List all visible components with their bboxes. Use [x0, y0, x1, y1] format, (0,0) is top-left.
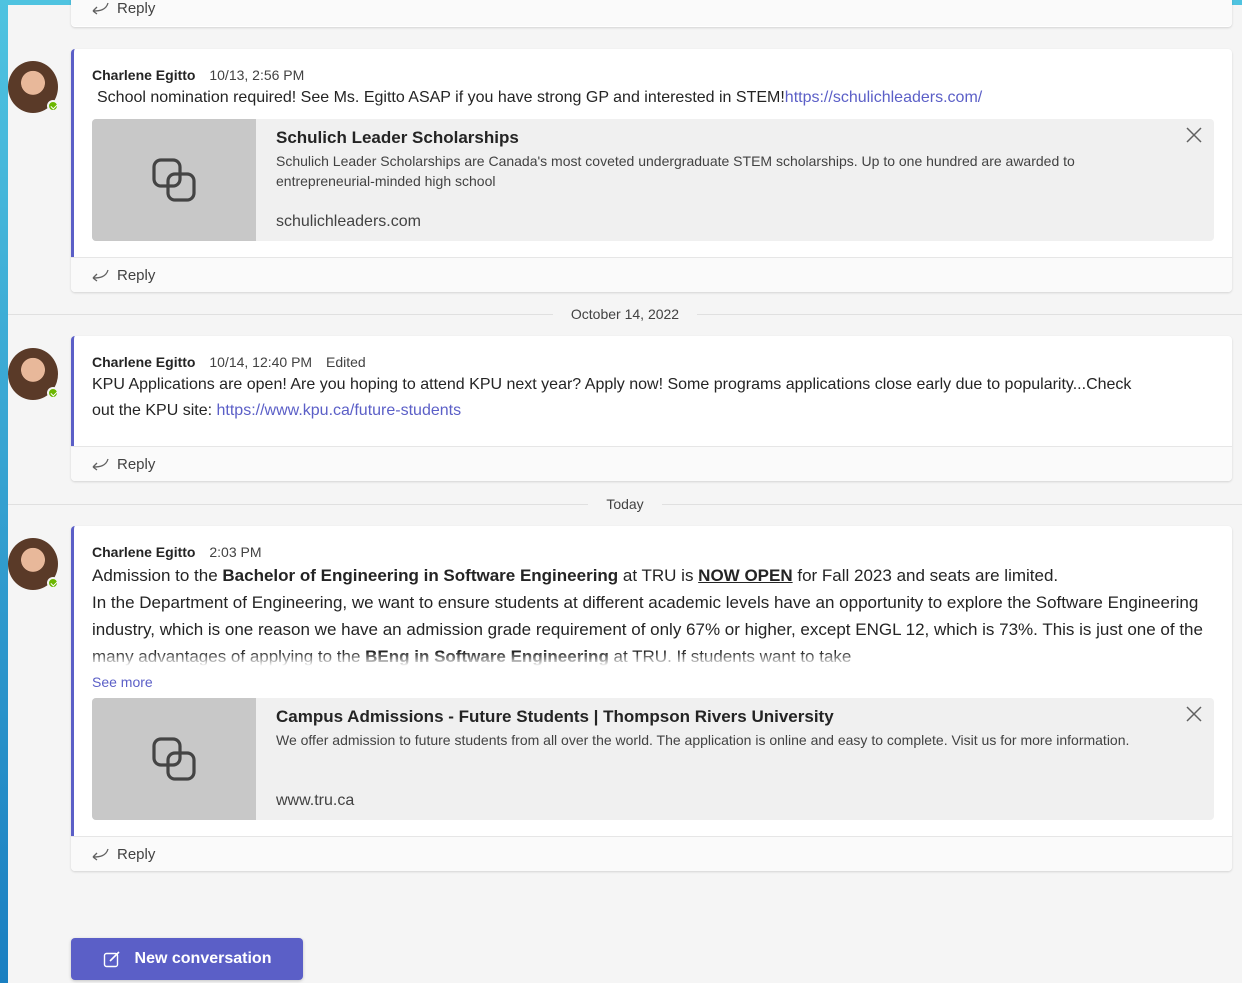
message-link[interactable]: https://www.kpu.ca/future-students — [217, 402, 462, 419]
presence-available-icon — [47, 577, 59, 589]
preview-thumbnail — [92, 698, 256, 820]
post-meta: Charlene Egitto 10/14, 12:40 PM Edited — [92, 352, 1214, 372]
post-body: Charlene Egitto 10/13, 2:56 PM School no… — [71, 49, 1232, 257]
text-run: for Fall 2023 and seats are limited. — [792, 566, 1059, 585]
reply-arrow-icon — [92, 458, 109, 471]
timestamp: 10/13, 2:56 PM — [209, 67, 305, 83]
bold-text: Bachelor of Engineering in Software Engi… — [222, 566, 619, 585]
reply-arrow-icon — [92, 848, 109, 861]
avatar[interactable] — [8, 538, 59, 590]
reply-label: Reply — [117, 266, 156, 284]
post-card: Charlene Egitto 10/13, 2:56 PM School no… — [71, 49, 1232, 292]
reply-label: Reply — [117, 455, 156, 473]
author-name[interactable]: Charlene Egitto — [92, 354, 195, 370]
avatar[interactable] — [8, 61, 59, 113]
reply-arrow-icon — [92, 2, 109, 15]
previous-post-card: Reply — [71, 0, 1232, 27]
preview-domain: schulichleaders.com — [276, 213, 421, 230]
date-divider-label: October 14, 2022 — [552, 304, 698, 324]
text-run: In the Department of Engineering, we wan… — [92, 593, 1203, 666]
reply-label: Reply — [117, 0, 156, 17]
text-run: at TRU is — [618, 566, 699, 585]
message-line: Admission to the Bachelor of Engineering… — [92, 562, 1214, 589]
edited-label: Edited — [326, 354, 366, 370]
post-card: Charlene Egitto 2:03 PM Admission to the… — [71, 526, 1232, 871]
close-icon[interactable] — [1186, 706, 1202, 722]
close-icon[interactable] — [1186, 127, 1202, 143]
preview-description: We offer admission to future students fr… — [276, 732, 1130, 748]
link-icon — [152, 158, 196, 202]
post-meta: Charlene Egitto 2:03 PM — [92, 542, 1214, 562]
preview-thumbnail — [92, 119, 256, 241]
link-preview-card[interactable]: Schulich Leader Scholarships Schulich Le… — [92, 119, 1214, 241]
author-name[interactable]: Charlene Egitto — [92, 67, 195, 83]
message-content: School nomination required! See Ms. Egit… — [97, 89, 785, 106]
avatar[interactable] — [8, 348, 59, 400]
text-run: Admission to the — [92, 566, 223, 585]
message-line: In the Department of Engineering, we wan… — [92, 589, 1214, 666]
new-conversation-label: New conversation — [134, 950, 272, 967]
reply-label: Reply — [117, 845, 156, 863]
date-divider: October 14, 2022 — [8, 304, 1242, 324]
post-meta: Charlene Egitto 10/13, 2:56 PM — [92, 65, 1214, 85]
reply-arrow-icon — [92, 269, 109, 282]
preview-info: Schulich Leader Scholarships Schulich Le… — [256, 119, 1214, 241]
author-name[interactable]: Charlene Egitto — [92, 544, 195, 560]
message-text: School nomination required! See Ms. Egit… — [92, 85, 1214, 111]
reply-button[interactable]: Reply — [71, 257, 1232, 292]
new-conversation-button[interactable]: New conversation — [71, 938, 303, 980]
message-link[interactable]: https://schulichleaders.com/ — [785, 89, 982, 106]
post-body: Charlene Egitto 10/14, 12:40 PM Edited K… — [71, 336, 1232, 446]
message-text: KPU Applications are open! Are you hopin… — [92, 372, 1132, 424]
timestamp: 2:03 PM — [209, 544, 262, 560]
date-divider-label: Today — [588, 494, 662, 514]
presence-available-icon — [47, 100, 59, 112]
preview-domain: www.tru.ca — [276, 792, 355, 809]
reply-button[interactable]: Reply — [71, 836, 1232, 871]
see-more-link[interactable]: See more — [92, 674, 1214, 690]
bold-underlined-text: NOW OPEN — [698, 566, 793, 585]
post-body: Charlene Egitto 2:03 PM Admission to the… — [71, 526, 1232, 836]
compose-icon — [103, 951, 120, 968]
message-text: Admission to the Bachelor of Engineering… — [92, 562, 1214, 666]
preview-title[interactable]: Schulich Leader Scholarships — [276, 127, 1194, 149]
preview-info: Campus Admissions - Future Students | Th… — [256, 698, 1214, 820]
link-icon — [152, 737, 196, 781]
bold-text: BEng in Software Engineering — [365, 647, 609, 666]
preview-title[interactable]: Campus Admissions - Future Students | Th… — [276, 706, 1194, 728]
link-preview-card[interactable]: Campus Admissions - Future Students | Th… — [92, 698, 1214, 820]
reply-button[interactable]: Reply — [71, 446, 1232, 481]
date-divider: Today — [8, 494, 1242, 514]
preview-description: Schulich Leader Scholarships are Canada'… — [276, 153, 1075, 189]
presence-available-icon — [47, 387, 59, 399]
text-run: at TRU. If students want to take — [608, 647, 852, 666]
timestamp: 10/14, 12:40 PM — [209, 354, 313, 370]
reply-button[interactable]: Reply — [71, 0, 1232, 26]
post-card: Charlene Egitto 10/14, 12:40 PM Edited K… — [71, 336, 1232, 481]
window-left-border — [0, 0, 8, 983]
